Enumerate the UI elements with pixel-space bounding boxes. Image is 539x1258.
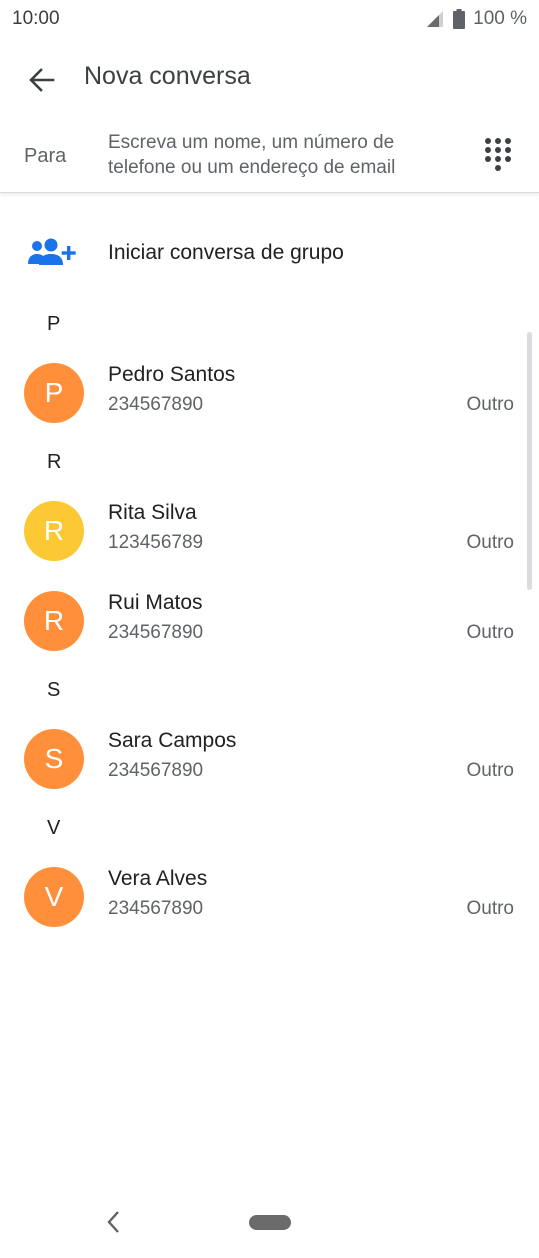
contact-name: Rita Silva (108, 501, 197, 524)
app-bar: Nova conversa (0, 38, 539, 118)
contact-phone: 234567890 (108, 898, 204, 919)
status-time: 10:00 (12, 8, 60, 29)
contact-phone-type: Outro (466, 622, 514, 643)
contact-phone: 234567890 (108, 394, 204, 415)
battery-percent: 100 % (473, 8, 527, 29)
home-pill-icon[interactable] (249, 1215, 291, 1230)
arrow-back-icon (29, 68, 55, 92)
contact-item[interactable]: R Rita Silva 123456789 Outro (0, 486, 539, 576)
dialpad-icon (485, 138, 511, 171)
nav-back-icon (107, 1211, 119, 1233)
avatar: R (24, 501, 84, 561)
list-scrollbar[interactable] (527, 332, 532, 590)
contact-phone-type: Outro (466, 394, 514, 415)
signal-icon (427, 11, 444, 27)
contact-name: Vera Alves (108, 867, 208, 890)
status-bar: 10:00 100 % (0, 0, 539, 38)
section-header-p: P (47, 313, 61, 335)
contact-item[interactable]: S Sara Campos 234567890 Outro (0, 714, 539, 804)
recipient-input[interactable] (108, 130, 438, 182)
avatar: P (24, 363, 84, 423)
nav-back-button[interactable] (100, 1208, 126, 1236)
contact-name: Rui Matos (108, 591, 203, 614)
battery-icon (453, 9, 466, 29)
group-add-icon (28, 238, 76, 265)
contact-phone-type: Outro (466, 898, 514, 919)
contact-phone: 234567890 (108, 622, 204, 643)
status-indicators: 100 % (425, 8, 527, 30)
to-label: Para (24, 145, 67, 167)
system-nav-bar (0, 1196, 539, 1258)
section-header-s: S (47, 679, 61, 701)
start-group-label: Iniciar conversa de grupo (108, 241, 344, 264)
contact-name: Pedro Santos (108, 363, 236, 386)
contact-phone-type: Outro (466, 532, 514, 553)
contact-item[interactable]: V Vera Alves 234567890 Outro (0, 852, 539, 942)
page-title: Nova conversa (84, 62, 251, 90)
avatar: R (24, 591, 84, 651)
contact-item[interactable]: P Pedro Santos 234567890 Outro (0, 348, 539, 438)
contact-phone-type: Outro (466, 760, 514, 781)
start-group-conversation[interactable]: Iniciar conversa de grupo (0, 224, 539, 284)
recipient-row: Para (0, 118, 539, 193)
contact-phone: 123456789 (108, 532, 204, 553)
section-header-v: V (47, 817, 61, 839)
avatar: V (24, 867, 84, 927)
avatar: S (24, 729, 84, 789)
contact-phone: 234567890 (108, 760, 204, 781)
contact-item[interactable]: R Rui Matos 234567890 Outro (0, 576, 539, 666)
section-header-r: R (47, 451, 62, 473)
contact-name: Sara Campos (108, 729, 237, 752)
back-button[interactable] (22, 60, 62, 100)
dialpad-button[interactable] (480, 136, 516, 174)
